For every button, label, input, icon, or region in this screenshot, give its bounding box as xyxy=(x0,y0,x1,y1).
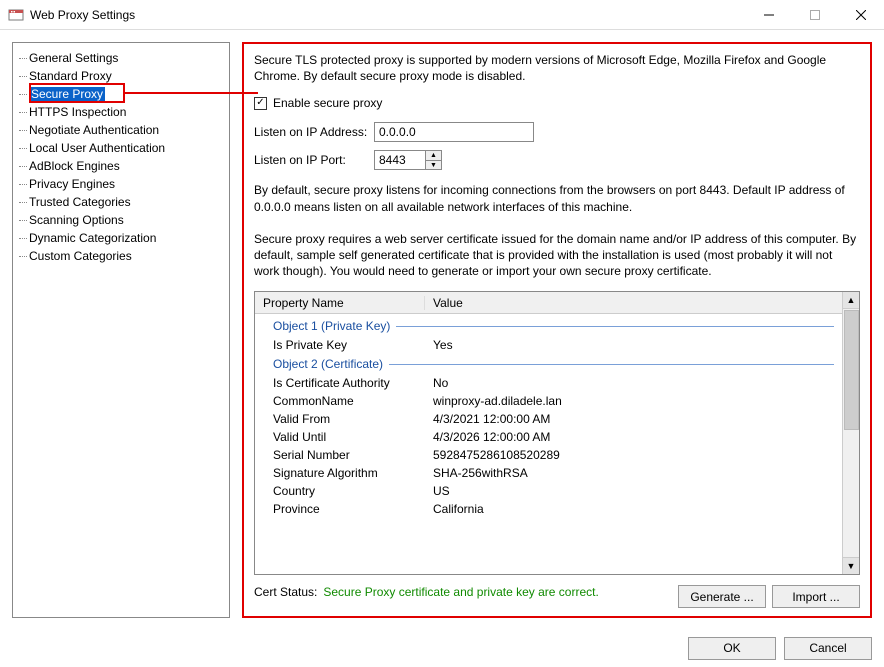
grid-prop-value: winproxy-ad.diladele.lan xyxy=(433,394,562,408)
spin-down-icon[interactable]: ▼ xyxy=(426,161,441,170)
sidebar-item-label: General Settings xyxy=(29,51,118,65)
grid-prop-value: Yes xyxy=(433,338,453,352)
listen-port-label: Listen on IP Port: xyxy=(254,153,374,167)
app-icon xyxy=(8,7,24,23)
close-button[interactable] xyxy=(838,0,884,29)
grid-row[interactable]: CountryUS xyxy=(255,482,842,500)
sidebar-item-adblock-engines[interactable]: AdBlock Engines xyxy=(13,157,229,175)
grid-prop-name: Valid From xyxy=(263,412,433,426)
sidebar-item-custom-categories[interactable]: Custom Categories xyxy=(13,247,229,265)
grid-prop-value: 5928475286108520289 xyxy=(433,448,560,462)
grid-row[interactable]: CommonNamewinproxy-ad.diladele.lan xyxy=(255,392,842,410)
scroll-down-icon[interactable]: ▼ xyxy=(843,557,859,574)
generate-button[interactable]: Generate ... xyxy=(678,585,766,608)
grid-prop-value: 4/3/2021 12:00:00 AM xyxy=(433,412,550,426)
certificate-property-grid: Property Name Value Object 1 (Private Ke… xyxy=(254,291,860,575)
grid-prop-name: Valid Until xyxy=(263,430,433,444)
cert-status-message: Secure Proxy certificate and private key… xyxy=(323,585,672,601)
grid-prop-name: Serial Number xyxy=(263,448,433,462)
listen-ip-label: Listen on IP Address: xyxy=(254,125,374,139)
cancel-button[interactable]: Cancel xyxy=(784,637,872,660)
cert-note: Secure proxy requires a web server certi… xyxy=(254,231,860,280)
minimize-button[interactable] xyxy=(746,0,792,29)
grid-prop-name: Signature Algorithm xyxy=(263,466,433,480)
grid-prop-name: Country xyxy=(263,484,433,498)
cert-status-label: Cert Status: xyxy=(254,585,317,599)
grid-section: Object 2 (Certificate) xyxy=(255,354,842,374)
sidebar-item-label: Custom Categories xyxy=(29,249,132,263)
grid-row[interactable]: Is Certificate AuthorityNo xyxy=(255,374,842,392)
maximize-button[interactable] xyxy=(792,0,838,29)
sidebar-item-dynamic-categorization[interactable]: Dynamic Categorization xyxy=(13,229,229,247)
grid-prop-name: Province xyxy=(263,502,433,516)
intro-text: Secure TLS protected proxy is supported … xyxy=(254,52,860,84)
sidebar-item-secure-proxy[interactable]: Secure Proxy xyxy=(13,85,229,103)
sidebar-item-negotiate-authentication[interactable]: Negotiate Authentication xyxy=(13,121,229,139)
grid-section: Object 1 (Private Key) xyxy=(255,316,842,336)
grid-prop-value: US xyxy=(433,484,450,498)
sidebar-item-standard-proxy[interactable]: Standard Proxy xyxy=(13,67,229,85)
checkbox-icon: ✓ xyxy=(254,97,267,110)
grid-row[interactable]: Is Private KeyYes xyxy=(255,336,842,354)
spin-up-icon[interactable]: ▲ xyxy=(426,151,441,161)
listen-port-spinner[interactable]: ▲ ▼ xyxy=(374,150,442,170)
sidebar-item-label: Scanning Options xyxy=(29,213,124,227)
listen-ip-input[interactable] xyxy=(374,122,534,142)
grid-scrollbar[interactable]: ▲ ▼ xyxy=(842,292,859,574)
sidebar-item-privacy-engines[interactable]: Privacy Engines xyxy=(13,175,229,193)
scroll-up-icon[interactable]: ▲ xyxy=(843,292,859,309)
settings-panel: Secure TLS protected proxy is supported … xyxy=(242,42,872,618)
sidebar-item-label: Standard Proxy xyxy=(29,69,112,83)
sidebar-item-label: Local User Authentication xyxy=(29,141,165,155)
sidebar-item-label: Secure Proxy xyxy=(29,87,105,101)
sidebar-item-general-settings[interactable]: General Settings xyxy=(13,49,229,67)
default-note: By default, secure proxy listens for inc… xyxy=(254,182,860,214)
titlebar: Web Proxy Settings xyxy=(0,0,884,30)
grid-row[interactable]: Serial Number5928475286108520289 xyxy=(255,446,842,464)
grid-prop-name: Is Private Key xyxy=(263,338,433,352)
grid-prop-name: CommonName xyxy=(263,394,433,408)
grid-col-name: Property Name xyxy=(255,296,425,310)
enable-secure-proxy-label: Enable secure proxy xyxy=(273,96,382,110)
import-button[interactable]: Import ... xyxy=(772,585,860,608)
sidebar-item-label: Privacy Engines xyxy=(29,177,115,191)
grid-prop-value: No xyxy=(433,376,448,390)
grid-row[interactable]: Signature AlgorithmSHA-256withRSA xyxy=(255,464,842,482)
sidebar-item-local-user-authentication[interactable]: Local User Authentication xyxy=(13,139,229,157)
grid-prop-value: California xyxy=(433,502,484,516)
sidebar-item-scanning-options[interactable]: Scanning Options xyxy=(13,211,229,229)
ok-button[interactable]: OK xyxy=(688,637,776,660)
grid-row[interactable]: Valid From4/3/2021 12:00:00 AM xyxy=(255,410,842,428)
sidebar-item-label: HTTPS Inspection xyxy=(29,105,126,119)
category-tree[interactable]: General Settings Standard Proxy Secure Pro… xyxy=(12,42,230,618)
sidebar-item-trusted-categories[interactable]: Trusted Categories xyxy=(13,193,229,211)
enable-secure-proxy-checkbox[interactable]: ✓ Enable secure proxy xyxy=(254,96,860,110)
sidebar-item-label: Dynamic Categorization xyxy=(29,231,156,245)
window-title: Web Proxy Settings xyxy=(30,8,746,22)
listen-port-input[interactable] xyxy=(375,151,425,169)
sidebar-item-label: AdBlock Engines xyxy=(29,159,120,173)
grid-prop-value: SHA-256withRSA xyxy=(433,466,528,480)
grid-prop-value: 4/3/2026 12:00:00 AM xyxy=(433,430,550,444)
grid-row[interactable]: Valid Until4/3/2026 12:00:00 AM xyxy=(255,428,842,446)
sidebar-item-https-inspection[interactable]: HTTPS Inspection xyxy=(13,103,229,121)
grid-col-value: Value xyxy=(425,296,471,310)
scroll-thumb[interactable] xyxy=(844,310,859,430)
grid-row[interactable]: ProvinceCalifornia xyxy=(255,500,842,518)
grid-prop-name: Is Certificate Authority xyxy=(263,376,433,390)
sidebar-item-label: Negotiate Authentication xyxy=(29,123,159,137)
sidebar-item-label: Trusted Categories xyxy=(29,195,131,209)
